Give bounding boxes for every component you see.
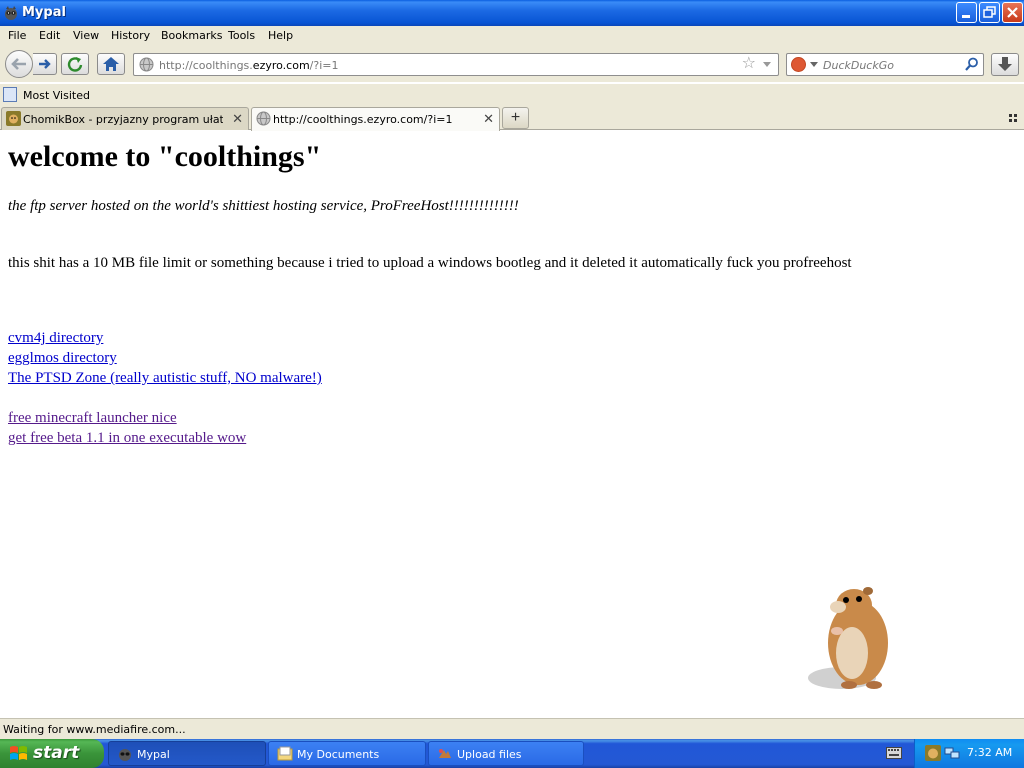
menu-edit[interactable]: Edit — [39, 29, 60, 42]
minimize-icon — [962, 15, 970, 18]
upload-icon — [439, 749, 451, 758]
dancing-hamster-image — [808, 587, 888, 689]
link-ptsd-zone[interactable]: The PTSD Zone (really autistic stuff, NO… — [8, 370, 322, 387]
navigation-toolbar: http://coolthings.ezyro.com/?i=1 ☆ — [0, 46, 1024, 82]
globe-favicon — [256, 111, 271, 126]
download-icon — [998, 57, 1012, 71]
menu-file[interactable]: File — [8, 29, 26, 42]
list-all-tabs-icon[interactable] — [1009, 114, 1018, 123]
link-minecraft-launcher[interactable]: free minecraft launcher nice — [8, 410, 177, 427]
page-paragraph: this shit has a 10 MB file limit or some… — [8, 255, 852, 271]
back-arrow-icon — [11, 58, 26, 70]
folder-icon — [277, 746, 293, 761]
system-tray: 7:32 AM — [914, 739, 1024, 768]
menu-bookmarks[interactable]: Bookmarks — [161, 29, 222, 42]
clock[interactable]: 7:32 AM — [967, 746, 1012, 759]
menu-bar: File Edit View History Bookmarks Tools H… — [0, 26, 1024, 46]
start-label: start — [33, 743, 80, 763]
tab-chomikbox[interactable]: ChomikBox - przyjazny program ułatwiaj..… — [1, 107, 249, 130]
chomikbox-favicon — [6, 111, 21, 126]
tab-coolthings[interactable]: http://coolthings.ezyro.com/?i=1 ✕ — [251, 107, 500, 131]
url-text[interactable]: http://coolthings.ezyro.com/?i=1 — [159, 59, 338, 72]
page-subtitle: the ftp server hosted on the world's shi… — [8, 198, 519, 214]
magnifier-icon[interactable] — [965, 57, 979, 71]
plus-icon: + — [510, 109, 521, 126]
status-bar: Waiting for www.mediafire.com... — [0, 718, 1024, 739]
status-text: Waiting for www.mediafire.com... — [3, 723, 186, 736]
chevron-down-icon[interactable] — [762, 59, 772, 69]
taskbar-item-label: My Documents — [297, 748, 380, 761]
search-input[interactable] — [823, 59, 953, 72]
address-bar[interactable]: http://coolthings.ezyro.com/?i=1 ☆ — [133, 53, 779, 76]
taskbar-item-mypal[interactable]: Mypal — [108, 741, 266, 766]
url-suffix: /?i=1 — [309, 59, 339, 72]
globe-icon — [139, 57, 154, 72]
chevron-down-icon[interactable] — [810, 62, 818, 68]
most-visited-icon — [3, 87, 17, 102]
forward-arrow-icon — [39, 59, 51, 69]
menu-history[interactable]: History — [111, 29, 150, 42]
keyboard-language-icon[interactable] — [886, 747, 902, 759]
taskbar: start Mypal My Documents Upload files 7:… — [0, 739, 1024, 768]
reload-button[interactable] — [61, 53, 89, 75]
link-free-beta[interactable]: get free beta 1.1 in one executable wow — [8, 430, 246, 447]
search-bar — [786, 53, 984, 76]
forward-button[interactable] — [33, 53, 57, 75]
close-icon — [1007, 7, 1018, 18]
duckduckgo-icon[interactable] — [791, 57, 806, 72]
url-prefix: http://coolthings. — [159, 59, 253, 72]
menu-view[interactable]: View — [73, 29, 99, 42]
back-button[interactable] — [5, 50, 33, 78]
tab-label: http://coolthings.ezyro.com/?i=1 — [273, 113, 453, 126]
menu-tools[interactable]: Tools — [228, 29, 255, 42]
close-window-button[interactable] — [1002, 2, 1023, 23]
star-icon[interactable]: ☆ — [742, 56, 756, 72]
home-icon — [103, 57, 119, 71]
reload-icon — [67, 57, 83, 72]
taskbar-item-upload-files[interactable]: Upload files — [428, 741, 584, 766]
tab-label: ChomikBox - przyjazny program ułatwiaj..… — [23, 113, 223, 126]
windows-flag-icon — [10, 746, 27, 760]
restore-button[interactable] — [979, 2, 1000, 23]
tab-strip: ChomikBox - przyjazny program ułatwiaj..… — [0, 106, 1024, 131]
window-title: Mypal — [22, 5, 66, 20]
page-heading: welcome to "coolthings" — [8, 140, 322, 173]
new-tab-button[interactable]: + — [502, 107, 529, 129]
url-host: ezyro.com — [252, 59, 310, 72]
window-titlebar: Mypal — [0, 0, 1024, 26]
taskbar-item-my-documents[interactable]: My Documents — [268, 741, 426, 766]
taskbar-item-label: Mypal — [137, 748, 170, 761]
close-tab-icon[interactable]: ✕ — [483, 111, 494, 127]
restore-icon — [983, 6, 996, 18]
link-egglmos-directory[interactable]: egglmos directory — [8, 350, 117, 367]
close-tab-icon[interactable]: ✕ — [232, 111, 243, 127]
page-content: welcome to "coolthings" the ftp server h… — [0, 131, 1024, 717]
mypal-raccoon-icon — [119, 749, 131, 761]
taskbar-item-label: Upload files — [457, 748, 522, 761]
download-button[interactable] — [991, 53, 1019, 76]
bookmark-label: Most Visited — [23, 89, 90, 102]
menu-help[interactable]: Help — [268, 29, 293, 42]
link-cvm4j-directory[interactable]: cvm4j directory — [8, 330, 103, 347]
network-tray-icon[interactable] — [944, 745, 960, 761]
chomikbox-tray-icon[interactable] — [925, 745, 941, 761]
start-button[interactable]: start — [0, 739, 104, 768]
bookmarks-toolbar: Most Visited — [0, 84, 1024, 106]
home-button[interactable] — [97, 53, 125, 75]
minimize-button[interactable] — [956, 2, 977, 23]
mypal-raccoon-icon — [5, 6, 17, 20]
